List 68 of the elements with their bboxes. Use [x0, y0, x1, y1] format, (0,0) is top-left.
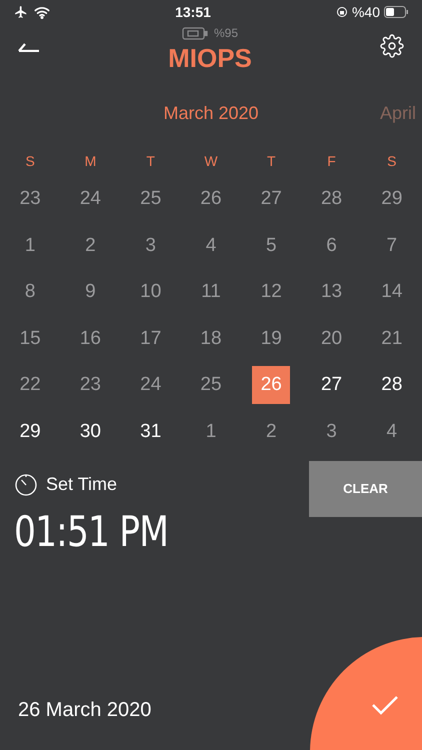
day-cell[interactable]: 2 [252, 412, 290, 451]
day-cell[interactable]: 4 [192, 226, 230, 265]
month-tab[interactable]: April [380, 100, 416, 126]
weekday-label: F [327, 152, 336, 170]
day-cell[interactable]: 24 [132, 366, 170, 404]
weekday-label: S [25, 152, 35, 170]
day-cell[interactable]: 22 [11, 366, 50, 404]
day-cell[interactable]: 26 [252, 366, 290, 404]
back-arrow-icon[interactable] [18, 42, 40, 52]
day-cell[interactable]: 18 [192, 320, 230, 358]
day-cell[interactable]: 29 [11, 412, 50, 451]
wifi-icon [34, 6, 50, 18]
weekday-label: T [146, 152, 155, 170]
day-cell[interactable]: 21 [372, 320, 411, 358]
day-cell[interactable]: 9 [71, 273, 110, 312]
clock-time: 13:51 [175, 2, 211, 22]
day-cell[interactable]: 26 [192, 180, 230, 218]
time-value[interactable]: 01:51 PM [14, 508, 168, 556]
day-cell[interactable]: 27 [252, 180, 290, 218]
weekday-label: S [387, 152, 397, 170]
device-battery-icon [182, 26, 208, 40]
day-cell[interactable]: 3 [132, 226, 170, 265]
set-time-label: Set Time [46, 473, 118, 496]
day-cell[interactable]: 27 [312, 366, 351, 404]
day-cell[interactable]: 7 [372, 226, 411, 265]
day-cell[interactable]: 19 [252, 320, 290, 358]
day-cell[interactable]: 31 [132, 412, 170, 451]
day-cell[interactable]: 4 [372, 412, 411, 451]
day-cell[interactable]: 13 [312, 273, 351, 312]
day-cell[interactable]: 5 [252, 226, 290, 265]
day-cell[interactable]: 11 [192, 273, 230, 312]
checkmark-icon [372, 695, 398, 715]
day-cell[interactable]: 15 [11, 320, 50, 358]
day-cell[interactable]: 23 [71, 366, 110, 404]
weekday-label: W [204, 152, 218, 170]
selected-date: 26 March 2020 [18, 698, 152, 723]
day-cell[interactable]: 10 [132, 273, 170, 312]
day-cell[interactable]: 30 [71, 412, 110, 451]
weekday-label: M [84, 152, 96, 170]
day-cell[interactable]: 20 [312, 320, 351, 358]
day-cell[interactable]: 1 [192, 412, 230, 451]
clear-button[interactable]: CLEAR [309, 461, 422, 517]
day-cell[interactable]: 16 [71, 320, 110, 358]
weekday-label: T [267, 152, 276, 170]
day-cell[interactable]: 1 [11, 226, 50, 265]
day-cell[interactable]: 25 [192, 366, 230, 404]
settings-icon[interactable] [380, 34, 404, 58]
day-cell[interactable]: 25 [132, 180, 170, 218]
stopwatch-icon [14, 472, 38, 496]
day-cell[interactable]: 12 [252, 273, 290, 312]
app-title: MIOPS [168, 42, 252, 74]
day-cell[interactable]: 6 [312, 226, 351, 265]
rotation-lock-icon [336, 6, 348, 18]
day-cell[interactable]: 8 [11, 273, 50, 312]
device-battery-level: %95 [214, 25, 238, 42]
battery-percent: %40 [352, 2, 380, 22]
day-cell[interactable]: 28 [372, 366, 411, 404]
day-cell[interactable]: 17 [132, 320, 170, 358]
day-cell[interactable]: 28 [312, 180, 351, 218]
day-cell[interactable]: 14 [372, 273, 411, 312]
day-cell[interactable]: 29 [372, 180, 411, 218]
day-cell[interactable]: 2 [71, 226, 110, 265]
battery-icon [384, 6, 408, 18]
month-tab[interactable]: March 2020 [163, 100, 259, 126]
airplane-icon [14, 5, 28, 19]
day-cell[interactable]: 24 [71, 180, 110, 218]
day-cell[interactable]: 3 [312, 412, 351, 451]
day-cell[interactable]: 23 [11, 180, 50, 218]
